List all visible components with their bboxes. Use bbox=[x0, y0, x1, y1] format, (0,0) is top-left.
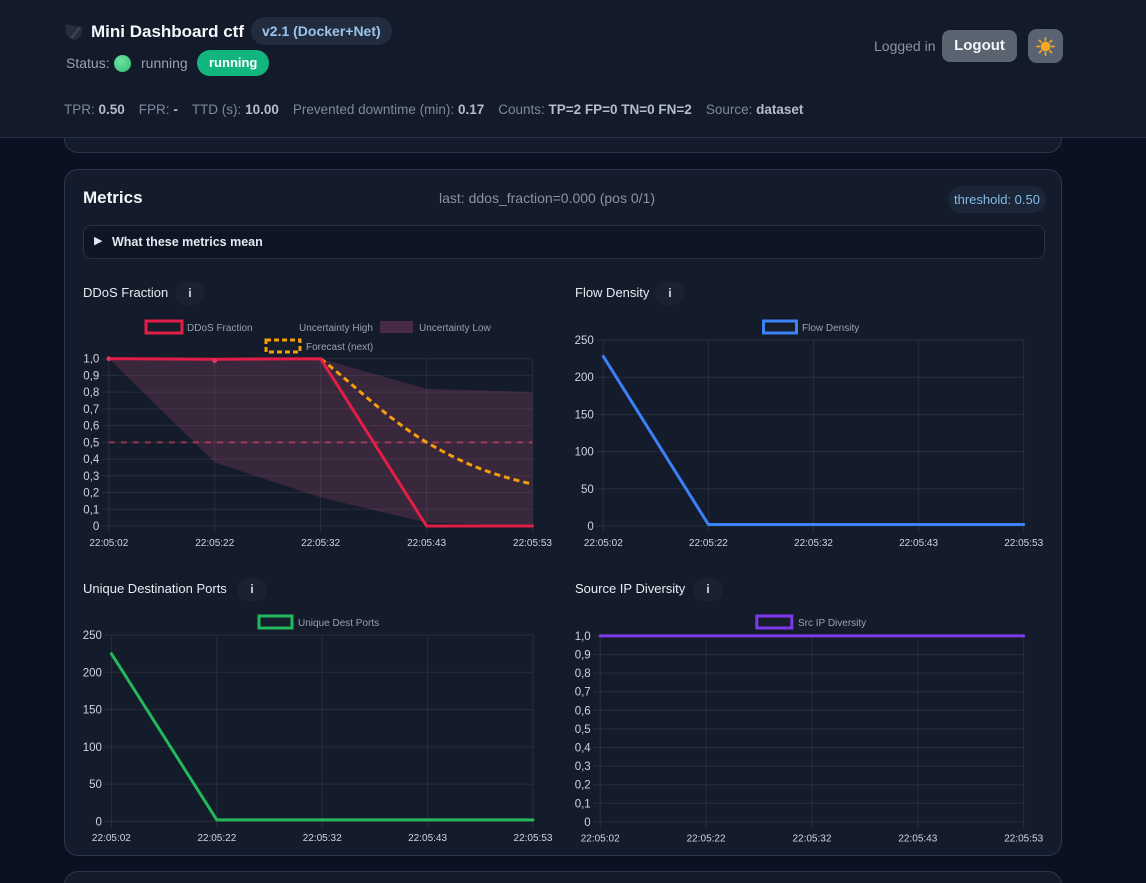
svg-text:22:05:22: 22:05:22 bbox=[687, 834, 726, 845]
svg-text:i: i bbox=[668, 288, 671, 300]
svg-text:22:05:43: 22:05:43 bbox=[408, 833, 447, 844]
svg-text:50: 50 bbox=[581, 484, 594, 496]
svg-text:150: 150 bbox=[575, 409, 594, 421]
svg-text:22:05:53: 22:05:53 bbox=[1004, 834, 1043, 845]
svg-text:50: 50 bbox=[89, 779, 102, 791]
svg-text:22:05:32: 22:05:32 bbox=[794, 538, 833, 549]
svg-text:0,2: 0,2 bbox=[575, 780, 591, 792]
svg-text:1,0: 1,0 bbox=[575, 631, 591, 643]
svg-text:0: 0 bbox=[93, 521, 99, 533]
svg-text:250: 250 bbox=[83, 630, 102, 642]
svg-text:0,9: 0,9 bbox=[575, 650, 591, 662]
svg-text:DDoS Fraction: DDoS Fraction bbox=[187, 323, 253, 334]
svg-text:22:05:32: 22:05:32 bbox=[301, 538, 340, 549]
svg-text:1,0: 1,0 bbox=[83, 354, 99, 366]
svg-text:0,5: 0,5 bbox=[575, 724, 591, 736]
svg-text:200: 200 bbox=[83, 667, 102, 679]
svg-text:22:05:22: 22:05:22 bbox=[195, 538, 234, 549]
svg-text:22:05:22: 22:05:22 bbox=[197, 833, 236, 844]
svg-text:0,4: 0,4 bbox=[83, 454, 100, 466]
svg-text:22:05:02: 22:05:02 bbox=[581, 834, 620, 845]
svg-text:Src IP Diversity: Src IP Diversity bbox=[798, 618, 866, 629]
svg-text:22:05:43: 22:05:43 bbox=[407, 538, 446, 549]
svg-text:22:05:22: 22:05:22 bbox=[689, 538, 728, 549]
svg-text:0,3: 0,3 bbox=[575, 761, 591, 773]
svg-text:0,7: 0,7 bbox=[83, 404, 99, 416]
svg-text:i: i bbox=[188, 288, 191, 300]
svg-text:0,3: 0,3 bbox=[83, 471, 99, 483]
svg-text:22:05:02: 22:05:02 bbox=[89, 538, 128, 549]
svg-text:22:05:02: 22:05:02 bbox=[584, 538, 623, 549]
svg-text:Source IP Diversity: Source IP Diversity bbox=[575, 581, 686, 596]
svg-text:Uncertainty Low: Uncertainty Low bbox=[419, 323, 491, 334]
svg-text:0,1: 0,1 bbox=[83, 504, 99, 516]
svg-text:0,4: 0,4 bbox=[575, 743, 592, 755]
svg-text:100: 100 bbox=[83, 742, 102, 754]
svg-text:DDoS Fraction: DDoS Fraction bbox=[83, 285, 168, 300]
svg-text:Unique Dest Ports: Unique Dest Ports bbox=[298, 618, 379, 629]
svg-text:22:05:43: 22:05:43 bbox=[898, 834, 937, 845]
svg-text:0: 0 bbox=[95, 816, 101, 828]
svg-text:0,6: 0,6 bbox=[83, 421, 99, 433]
svg-text:0,8: 0,8 bbox=[83, 387, 99, 399]
svg-text:150: 150 bbox=[83, 705, 102, 717]
svg-text:200: 200 bbox=[575, 372, 594, 384]
svg-text:0,9: 0,9 bbox=[83, 370, 99, 382]
svg-text:0: 0 bbox=[584, 817, 590, 829]
svg-text:22:05:53: 22:05:53 bbox=[514, 833, 553, 844]
svg-text:0,1: 0,1 bbox=[575, 798, 591, 810]
svg-text:22:05:32: 22:05:32 bbox=[303, 833, 342, 844]
svg-text:250: 250 bbox=[575, 335, 594, 347]
svg-text:22:05:53: 22:05:53 bbox=[1004, 538, 1043, 549]
svg-text:0,5: 0,5 bbox=[83, 437, 99, 449]
svg-text:0,7: 0,7 bbox=[575, 687, 591, 699]
svg-text:Uncertainty High: Uncertainty High bbox=[299, 323, 373, 334]
svg-text:Unique Destination Ports: Unique Destination Ports bbox=[83, 581, 227, 596]
svg-text:0,6: 0,6 bbox=[575, 705, 591, 717]
svg-text:0,8: 0,8 bbox=[575, 668, 591, 680]
svg-text:100: 100 bbox=[575, 447, 594, 459]
svg-text:0,2: 0,2 bbox=[83, 488, 99, 500]
svg-text:i: i bbox=[706, 584, 709, 596]
svg-text:22:05:32: 22:05:32 bbox=[792, 834, 831, 845]
svg-text:22:05:02: 22:05:02 bbox=[92, 833, 131, 844]
svg-text:22:05:43: 22:05:43 bbox=[899, 538, 938, 549]
svg-text:22:05:53: 22:05:53 bbox=[513, 538, 552, 549]
svg-text:Forecast (next): Forecast (next) bbox=[306, 342, 373, 353]
svg-text:0: 0 bbox=[587, 521, 593, 533]
svg-text:i: i bbox=[250, 584, 253, 596]
svg-text:Flow Density: Flow Density bbox=[802, 323, 859, 334]
svg-text:Flow Density: Flow Density bbox=[575, 285, 650, 300]
